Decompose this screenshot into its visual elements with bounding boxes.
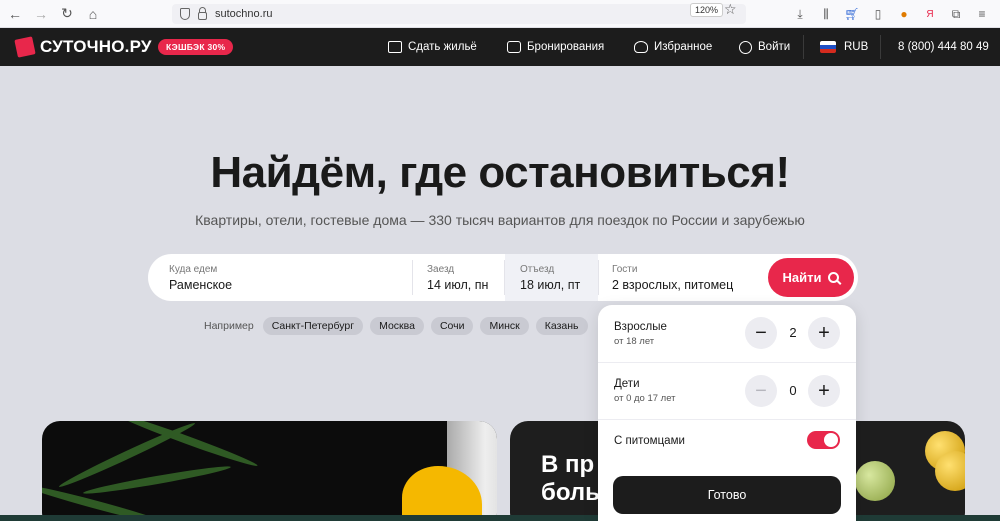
checkout-field[interactable]: Отъезд 18 июл, пт [505,254,598,301]
done-button[interactable]: Готово [613,476,841,514]
nav-rent-out-label: Сдать жильё [408,41,477,53]
adults-row: Взрослые от 18 лет − 2 + [598,305,856,363]
lock-icon [198,7,207,20]
destination-value: Раменское [169,278,233,292]
promo-text-line: В пр [541,451,595,478]
heart-icon [634,41,648,53]
nav-bookings[interactable]: Бронирования [507,28,604,66]
house-icon [388,41,402,53]
adults-minus-button[interactable]: − [745,317,777,349]
back-icon[interactable]: ← [4,3,26,25]
destination-field[interactable]: Куда едем Раменское [148,254,412,301]
adults-count: 2 [789,325,797,340]
checkin-label: Заезд [427,264,455,275]
phone-number: 8 (800) 444 80 49 [898,41,989,53]
children-count: 0 [789,383,797,398]
children-plus-button[interactable]: + [808,375,840,407]
city-chip[interactable]: Москва [370,317,424,335]
toggle-knob [824,433,838,447]
address-bar[interactable]: sutochno.ru [172,4,746,24]
nav-bookings-label: Бронирования [527,41,605,53]
adults-title: Взрослые [614,321,667,333]
pets-toggle[interactable] [807,431,840,449]
home-icon[interactable]: ⌂ [82,3,104,25]
nav-rent-out[interactable]: Сдать жильё [388,28,477,66]
currency-label: RUB [844,41,869,53]
header-divider [880,35,881,59]
cashback-badge[interactable]: КЭШБЭК 30% [158,39,234,55]
sidebar-icon[interactable]: ▯ [868,4,888,24]
example-destinations: Например Санкт-Петербург Москва Сочи Мин… [204,317,588,335]
checkin-field[interactable]: Заезд 14 июл, пн [413,254,504,301]
nav-login-label: Войти [758,41,791,53]
destination-label: Куда едем [169,264,218,275]
checkin-value: 14 июл, пн [427,278,489,292]
ticket-icon [507,41,521,53]
reload-icon[interactable]: ↻ [56,3,78,25]
cart-icon[interactable]: 🛒︎ [842,4,862,24]
coin-image [935,451,965,491]
guests-label: Гости [612,264,638,275]
hero-title: Найдём, где остановиться! [210,148,790,197]
yandex-icon[interactable]: Я [920,4,940,24]
children-title: Дети [614,378,640,390]
checkout-value: 18 июл, пт [520,278,581,292]
user-icon [739,40,752,54]
menu-icon[interactable]: ≡ [972,4,992,24]
nav-login[interactable]: Войти [739,28,790,66]
logo-mark-icon [14,36,36,58]
promo-text: В пр боль [541,451,600,507]
guests-dropdown: Взрослые от 18 лет − 2 + Дети от 0 до 17… [598,305,856,521]
search-bar: Куда едем Раменское Заезд 14 июл, пн Отъ… [148,254,858,301]
logo[interactable]: СУТОЧНО.РУ [14,36,152,58]
logo-text: СУТОЧНО.РУ [40,37,152,56]
extension-icon[interactable]: ● [894,4,914,24]
city-chip[interactable]: Казань [535,317,588,335]
url-text: sutochno.ru [215,8,273,20]
find-button-label: Найти [782,270,822,285]
adults-plus-button[interactable]: + [808,317,840,349]
header-divider [803,35,804,59]
extensions-puzzle-icon[interactable]: ⧉ [946,4,966,24]
bookmark-star-icon[interactable]: ☆ [724,1,737,18]
children-row: Дети от 0 до 17 лет − 0 + [598,363,856,420]
site-header: СУТОЧНО.РУ КЭШБЭК 30% Сдать жильё Бронир… [0,28,1000,66]
guests-value: 2 взрослых, питомец [612,278,734,292]
pets-label: С питомцами [614,435,685,447]
coin-image [855,461,895,501]
examples-label: Например [204,320,254,332]
find-button[interactable]: Найти [768,258,854,297]
search-icon [828,272,840,283]
currency-selector[interactable]: RUB [820,28,868,66]
children-subtitle: от 0 до 17 лет [614,393,676,404]
adults-subtitle: от 18 лет [614,336,655,347]
nav-favorites-label: Избранное [654,41,713,53]
children-minus-button[interactable]: − [745,375,777,407]
promo-text-line: боль [541,479,600,506]
zoom-level[interactable]: 120% [690,3,724,17]
download-icon[interactable]: ⤓ [790,4,810,24]
phone-link[interactable]: 8 (800) 444 80 49 [898,28,989,66]
browser-toolbar: ← → ↻ ⌂ sutochno.ru 120% ☆ ⤓ ⫼ 🛒︎ ▯ ● Я … [0,0,1000,28]
city-chip[interactable]: Минск [480,317,529,335]
checkout-label: Отъезд [520,264,555,275]
library-icon[interactable]: ⫼ [816,4,836,24]
nav-favorites[interactable]: Избранное [634,28,712,66]
city-chip[interactable]: Санкт-Петербург [262,317,364,335]
russia-flag-icon [820,41,836,53]
shield-icon [180,8,190,20]
hero-subtitle: Квартиры, отели, гостевые дома — 330 тыс… [195,212,805,228]
forward-icon[interactable]: → [30,3,52,25]
city-chip[interactable]: Сочи [430,317,474,335]
guests-field[interactable]: Гости 2 взрослых, питомец [599,254,767,301]
promo-card-left[interactable] [42,421,497,521]
